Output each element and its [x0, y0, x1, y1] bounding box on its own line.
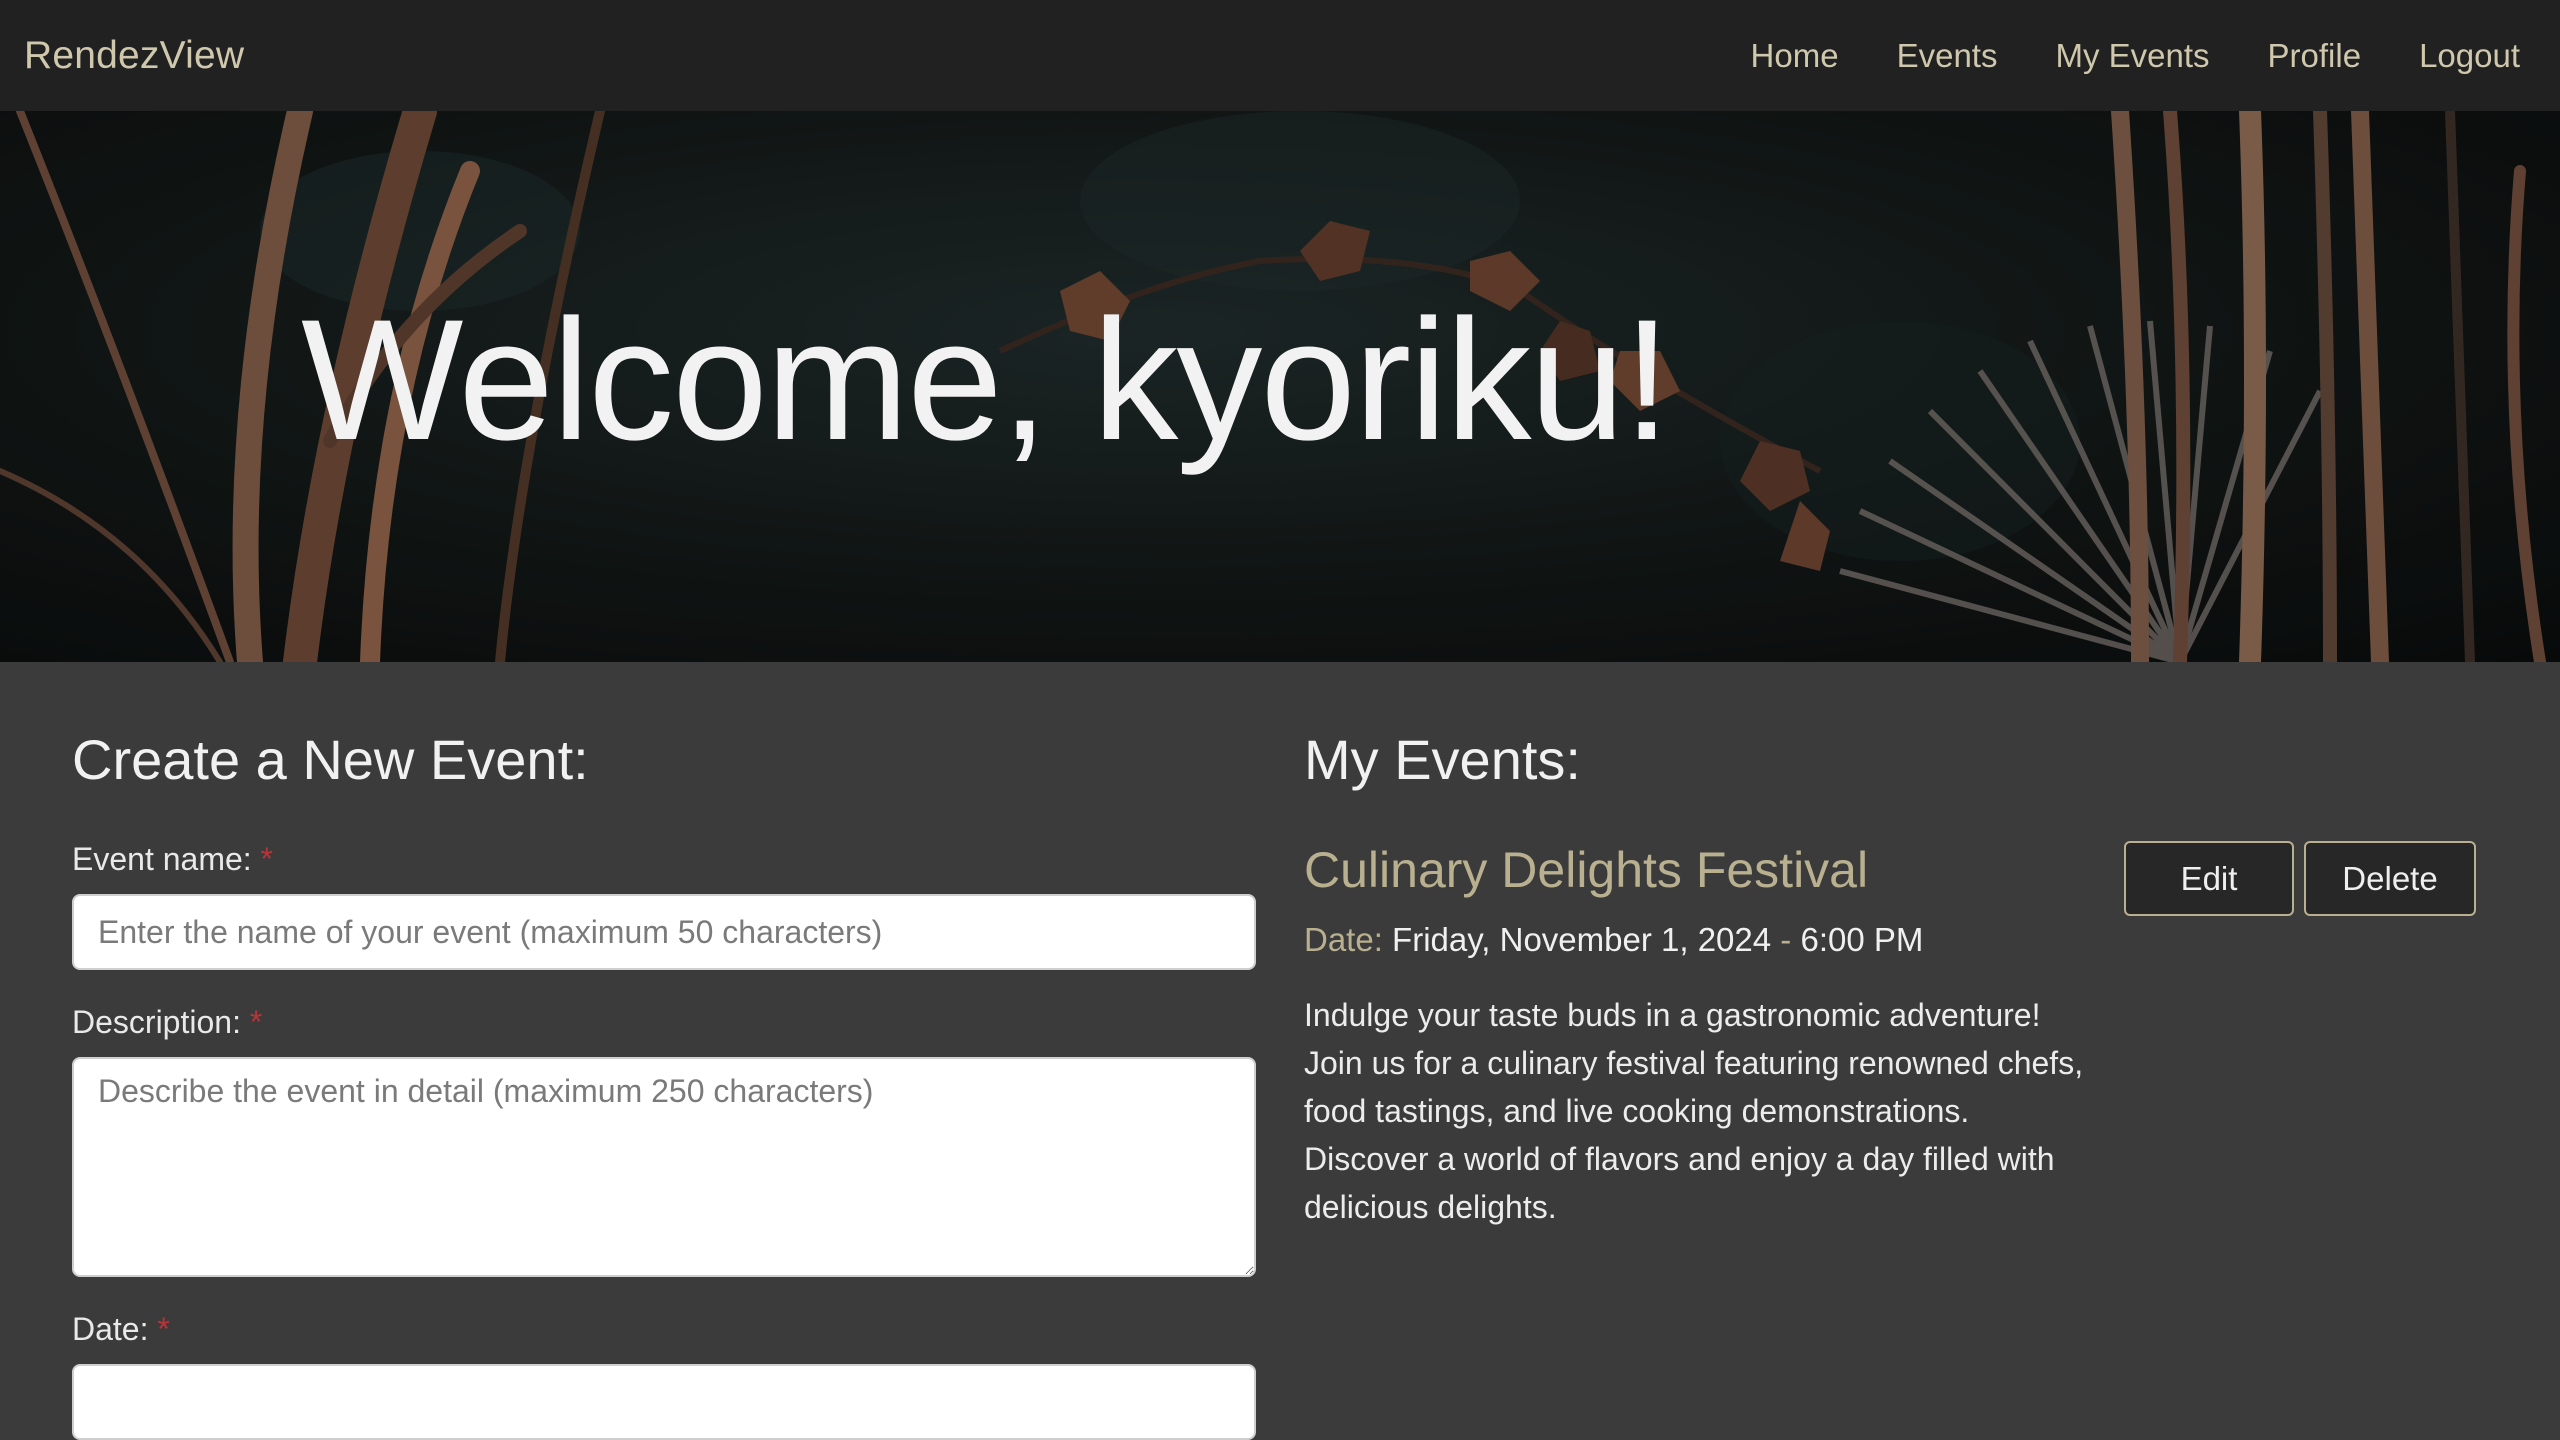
description-label-text: Description: — [72, 1004, 241, 1041]
required-marker: * — [157, 1311, 170, 1348]
nav-links: Home Events My Events Profile Logout — [1693, 37, 2520, 75]
date-label-text: Date: — [72, 1311, 149, 1348]
description-textarea[interactable] — [72, 1057, 1256, 1278]
nav-events[interactable]: Events — [1897, 37, 1998, 75]
event-header: Culinary Delights Festival Edit Delete — [1304, 841, 2480, 921]
nav-my-events[interactable]: My Events — [2055, 37, 2209, 75]
navbar: RendezView Home Events My Events Profile… — [0, 0, 2560, 111]
edit-button[interactable]: Edit — [2124, 841, 2294, 917]
hero-welcome-title: Welcome, kyoriku! — [301, 284, 1671, 476]
event-title[interactable]: Culinary Delights Festival — [1304, 841, 1868, 899]
delete-button[interactable]: Delete — [2304, 841, 2476, 917]
description-label: Description: * — [72, 1004, 1256, 1041]
event-time-value: 6:00 PM — [1800, 921, 1924, 959]
nav-profile[interactable]: Profile — [2268, 37, 2362, 75]
my-events-title: My Events: — [1304, 728, 1581, 791]
date-label: Date: * — [72, 1311, 1256, 1348]
required-marker: * — [260, 841, 273, 878]
event-date-label: Date: — [1304, 921, 1383, 959]
nav-home[interactable]: Home — [1751, 37, 1839, 75]
hero-banner: Welcome, kyoriku! — [0, 111, 2560, 662]
create-event-title: Create a New Event: — [72, 728, 589, 791]
brand-logo[interactable]: RendezView — [24, 34, 244, 78]
nav-logout[interactable]: Logout — [2419, 37, 2520, 75]
create-event-form: Create a New Event: Event name: * Descri… — [72, 662, 1256, 1440]
event-name-input[interactable] — [72, 894, 1256, 971]
required-marker: * — [249, 1004, 263, 1041]
event-card: Culinary Delights Festival Edit Delete D… — [1304, 841, 2480, 1231]
event-name-label: Event name: * — [72, 841, 1256, 878]
my-events-section: My Events: Culinary Delights Festival Ed… — [1304, 662, 2480, 1231]
event-date-separator: - — [1780, 921, 1792, 959]
event-description: Indulge your taste buds in a gastronomic… — [1304, 997, 2084, 1226]
event-date-value: Friday, November 1, 2024 — [1392, 921, 1772, 959]
event-date-row: Date: Friday, November 1, 2024 - 6:00 PM — [1304, 921, 2480, 959]
main-content: Create a New Event: Event name: * Descri… — [0, 662, 2560, 1440]
event-name-label-text: Event name: — [72, 841, 252, 878]
